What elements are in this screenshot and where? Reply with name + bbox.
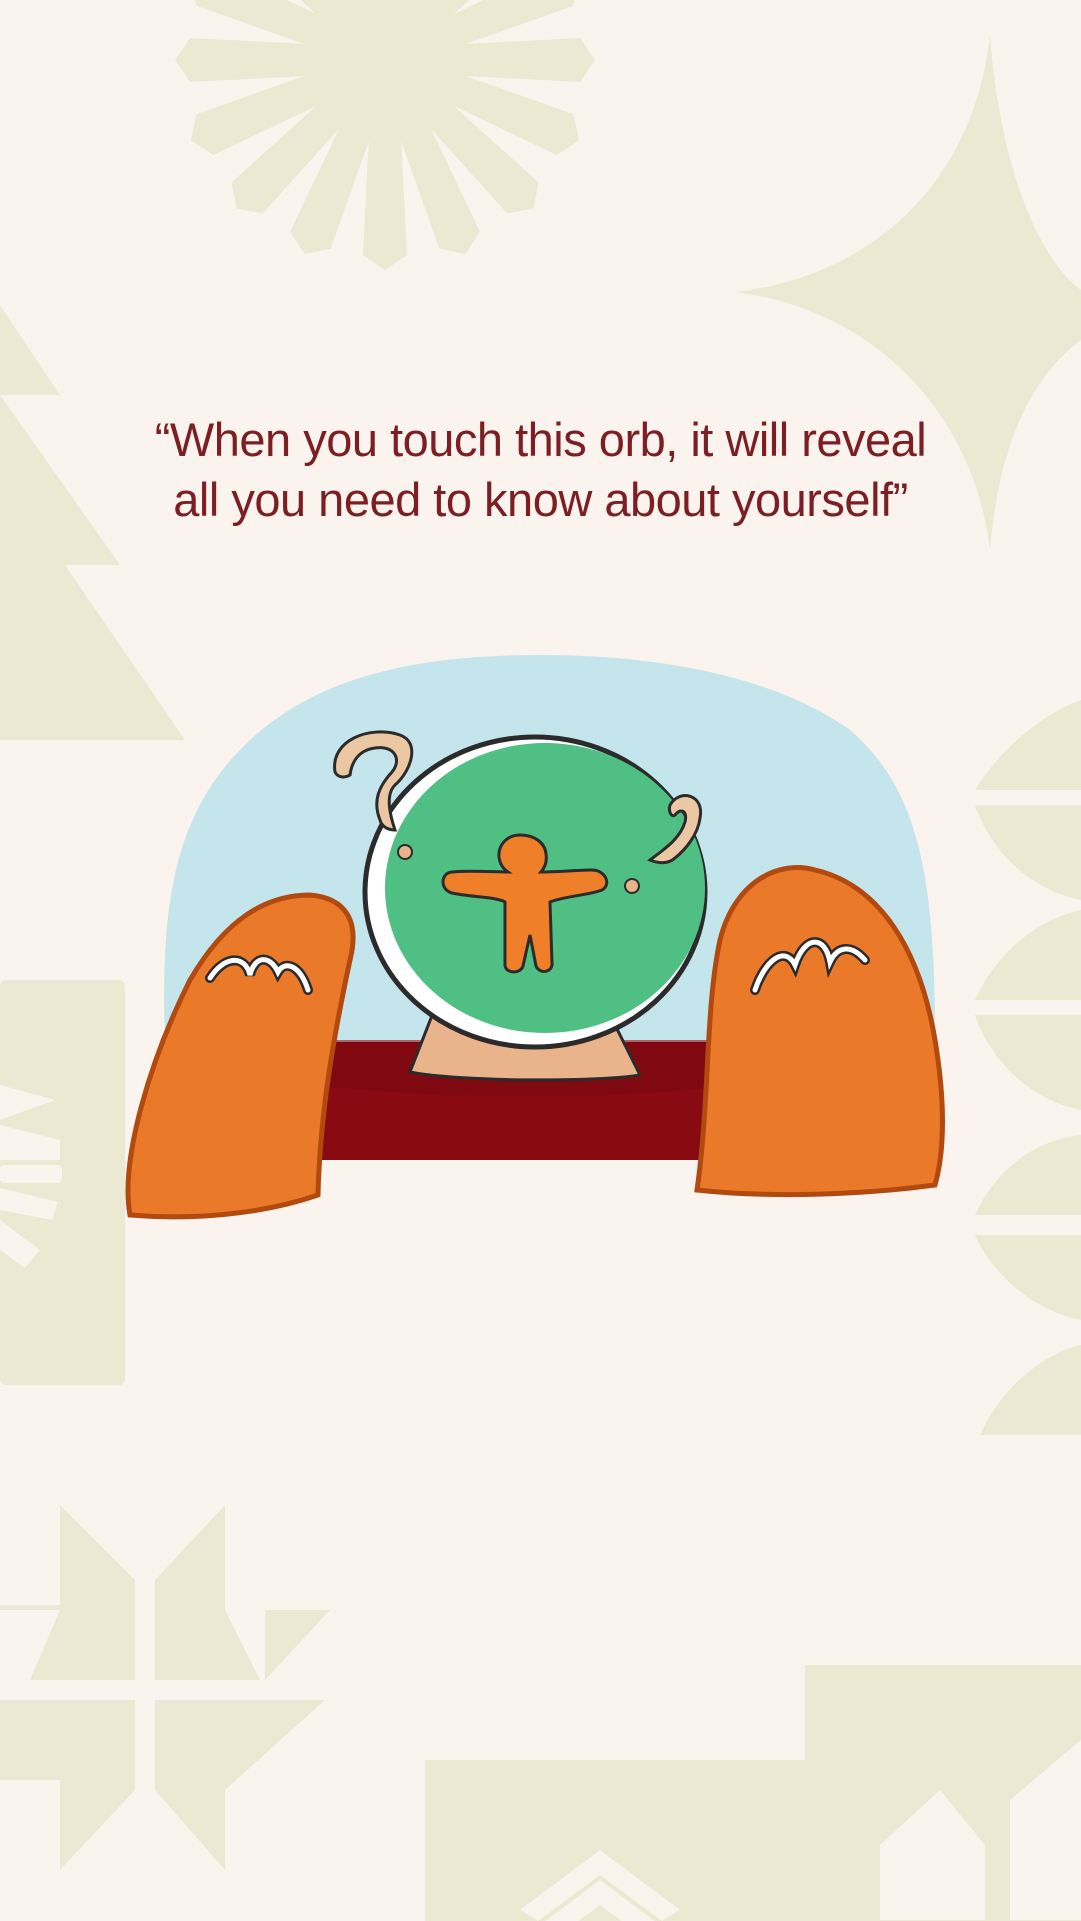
half-circle-shape bbox=[980, 1345, 1081, 1435]
quote-line-1: “When you touch this orb, it will reveal bbox=[154, 413, 927, 466]
hand-left-icon bbox=[125, 892, 356, 1220]
orb-illustration bbox=[125, 655, 945, 1220]
triangle-shape bbox=[0, 305, 60, 395]
half-circle-shape bbox=[975, 1235, 1081, 1320]
clover-shape bbox=[0, 1505, 330, 1870]
quote-line-2: all you need to know about yourself” bbox=[173, 473, 908, 526]
quote-text: “When you touch this orb, it will reveal… bbox=[100, 410, 981, 530]
sunburst-shape bbox=[175, 0, 595, 270]
